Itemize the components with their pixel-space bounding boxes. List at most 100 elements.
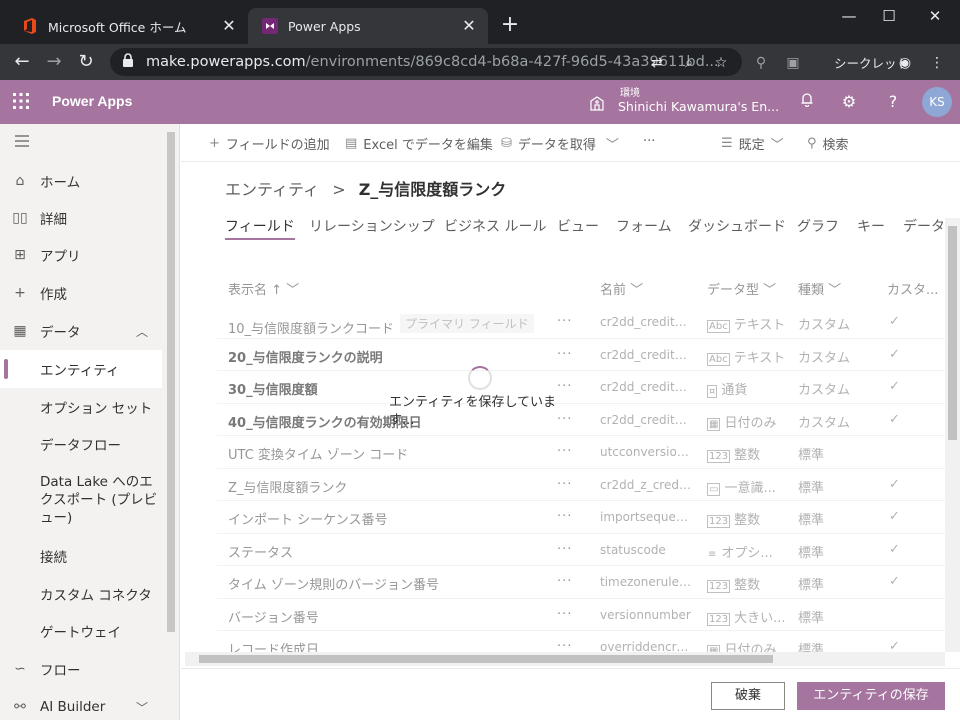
powerapps-logo-icon [262,18,278,34]
saving-message: エンティティを保存していま す... [389,395,557,428]
nav-item-label: データフロー [40,438,121,454]
nav-item-gateways[interactable]: ゲートウェイ [0,612,162,650]
search-icon: ⚲ [807,136,817,151]
nav-item-entities[interactable]: エンティティ [0,350,162,388]
nav-scrollbar[interactable] [164,124,178,720]
list-icon: ☰ [721,136,733,151]
nav-item-learn[interactable]: ▯▯ 詳細 [0,199,162,237]
app-launcher-icon[interactable] [12,92,32,112]
back-icon[interactable]: ← [10,50,34,74]
breadcrumb-separator-icon: > [332,180,346,199]
environment-picker[interactable]: Shinichi Kawamura's En... [618,99,779,114]
nav-item-export-data-lake[interactable]: Data Lake へのエクスポート (プレビュー) [40,473,158,527]
more-commands-button[interactable]: ··· [643,134,655,149]
grid-vertical-scrollbar[interactable] [945,218,960,652]
help-icon[interactable]: ? [882,91,904,113]
nav-item-home[interactable]: ⌂ ホーム [0,162,162,200]
menu-kebab-icon[interactable]: ⋮ [928,54,946,72]
chevron-down-icon[interactable]: ﹀ [136,699,156,716]
vertical-scrollbar-thumb[interactable] [948,226,957,440]
table-icon: ▦ [13,323,27,339]
office-logo-icon [22,18,38,34]
nav-scrollbar-thumb[interactable] [167,132,175,632]
home-icon: ⌂ [15,173,25,189]
nav-item-label: フロー [40,663,81,679]
search-placeholder: 検索 [822,138,849,153]
bookmark-star-icon[interactable]: ☆ [712,54,730,72]
main-content: + フィールドの追加 ▤ Excel でデータを編集 ⛁ データを取得 ﹀ ··… [181,124,960,720]
nav-item-option-sets[interactable]: オプション セット [0,388,162,426]
browser-tab-powerapps[interactable]: Power Apps ✕ [248,8,488,44]
hamburger-menu-icon[interactable] [14,134,32,150]
get-data-button[interactable]: ⛁ データを取得 ﹀ [501,134,625,153]
chevron-down-icon[interactable]: ﹀ [606,134,619,153]
nav-item-data[interactable]: ▦ データ ︿ [0,312,162,350]
view-selector[interactable]: ☰ 既定 ﹀ [721,134,790,153]
tab-business-rules[interactable]: ビジネス ルール [444,216,546,236]
tab-charts[interactable]: グラフ [797,216,839,236]
avatar[interactable]: KS [922,87,952,117]
new-tab-button[interactable]: + [498,14,522,38]
zoom-icon[interactable]: ⌕ [680,54,698,72]
nav-item-ai-builder[interactable]: ⚯ AI Builder ﹀ [0,688,162,720]
loading-spinner-icon [468,366,492,390]
nav-item-label: 接続 [40,550,67,566]
nav-item-label: ホーム [40,175,81,191]
breadcrumb-current: Z_与信限度額ランク [358,180,507,199]
tab-data[interactable]: データ [903,216,945,236]
command-bar: + フィールドの追加 ▤ Excel でデータを編集 ⛁ データを取得 ﹀ ··… [181,124,960,162]
nav-item-apps[interactable]: ⊞ アプリ [0,236,162,274]
nav-item-label: データ [40,325,81,341]
lock-icon [122,53,136,71]
app-header: Power Apps 環境 Shinichi Kawamura's En... … [0,80,960,124]
close-tab-icon[interactable]: ✕ [460,17,478,35]
apps-icon: ⊞ [14,247,26,263]
discard-button[interactable]: 破棄 [711,682,785,710]
tab-dashboards[interactable]: ダッシュボード [688,216,786,236]
forward-icon[interactable]: → [42,50,66,74]
app-title[interactable]: Power Apps [52,93,132,109]
reload-icon[interactable]: ↻ [74,50,98,74]
breadcrumb-parent[interactable]: エンティティ [225,180,319,199]
tab-title: Power Apps [288,18,361,34]
chevron-down-icon: ﹀ [770,138,784,153]
nav-item-dataflows[interactable]: データフロー [0,425,162,463]
nav-item-flows[interactable]: ∽ フロー [0,650,162,688]
tab-relationships[interactable]: リレーションシップ [309,216,435,236]
tab-fields[interactable]: フィールド [225,216,295,240]
url-host: make.powerapps.com [146,54,306,70]
nav-item-connections[interactable]: 接続 [0,537,162,575]
incognito-icon[interactable]: ◉ [896,54,914,72]
horizontal-scrollbar-thumb[interactable] [199,655,773,663]
tab-forms[interactable]: フォーム [616,216,672,236]
edit-in-excel-button[interactable]: ▤ Excel でデータを編集 [345,134,493,153]
nav-item-label: アプリ [40,249,81,265]
saving-overlay [181,254,960,654]
nav-item-label: 詳細 [40,212,67,228]
nav-item-label: オプション セット [40,401,153,417]
chevron-up-icon[interactable]: ︿ [136,323,156,340]
save-entity-button[interactable]: エンティティの保存 [797,682,945,710]
ai-builder-icon: ⚯ [14,699,26,715]
grid-horizontal-scrollbar[interactable] [185,652,945,666]
settings-gear-icon[interactable]: ⚙ [838,91,860,113]
browser-tab-office[interactable]: Microsoft Office ホーム ✕ [8,8,248,44]
nav-item-custom-connectors[interactable]: カスタム コネクタ [0,575,162,613]
close-window-button[interactable]: ✕ [912,6,958,26]
notification-bell-icon[interactable] [796,91,818,113]
add-field-button[interactable]: + フィールドの追加 [209,134,330,153]
search-box[interactable]: ⚲ 検索 [807,134,849,153]
footer-bar: 破棄 エンティティの保存 [181,668,960,720]
translate-icon[interactable]: ⇄ [648,54,666,72]
nav-item-create[interactable]: + 作成 [0,274,162,312]
tab-views[interactable]: ビュー [557,216,599,236]
maximize-button[interactable]: ☐ [866,6,912,26]
add-field-label: フィールドの追加 [225,138,330,153]
tab-keys[interactable]: キー [857,216,885,236]
get-data-label: データを取得 [517,138,596,153]
extension-puzzle-icon[interactable]: ▣ [784,54,802,72]
extension-icon[interactable]: ⚲ [752,54,770,72]
nav-item-label: 作成 [40,287,67,303]
nav-item-label: カスタム コネクタ [40,588,152,604]
close-tab-icon[interactable]: ✕ [220,17,238,35]
